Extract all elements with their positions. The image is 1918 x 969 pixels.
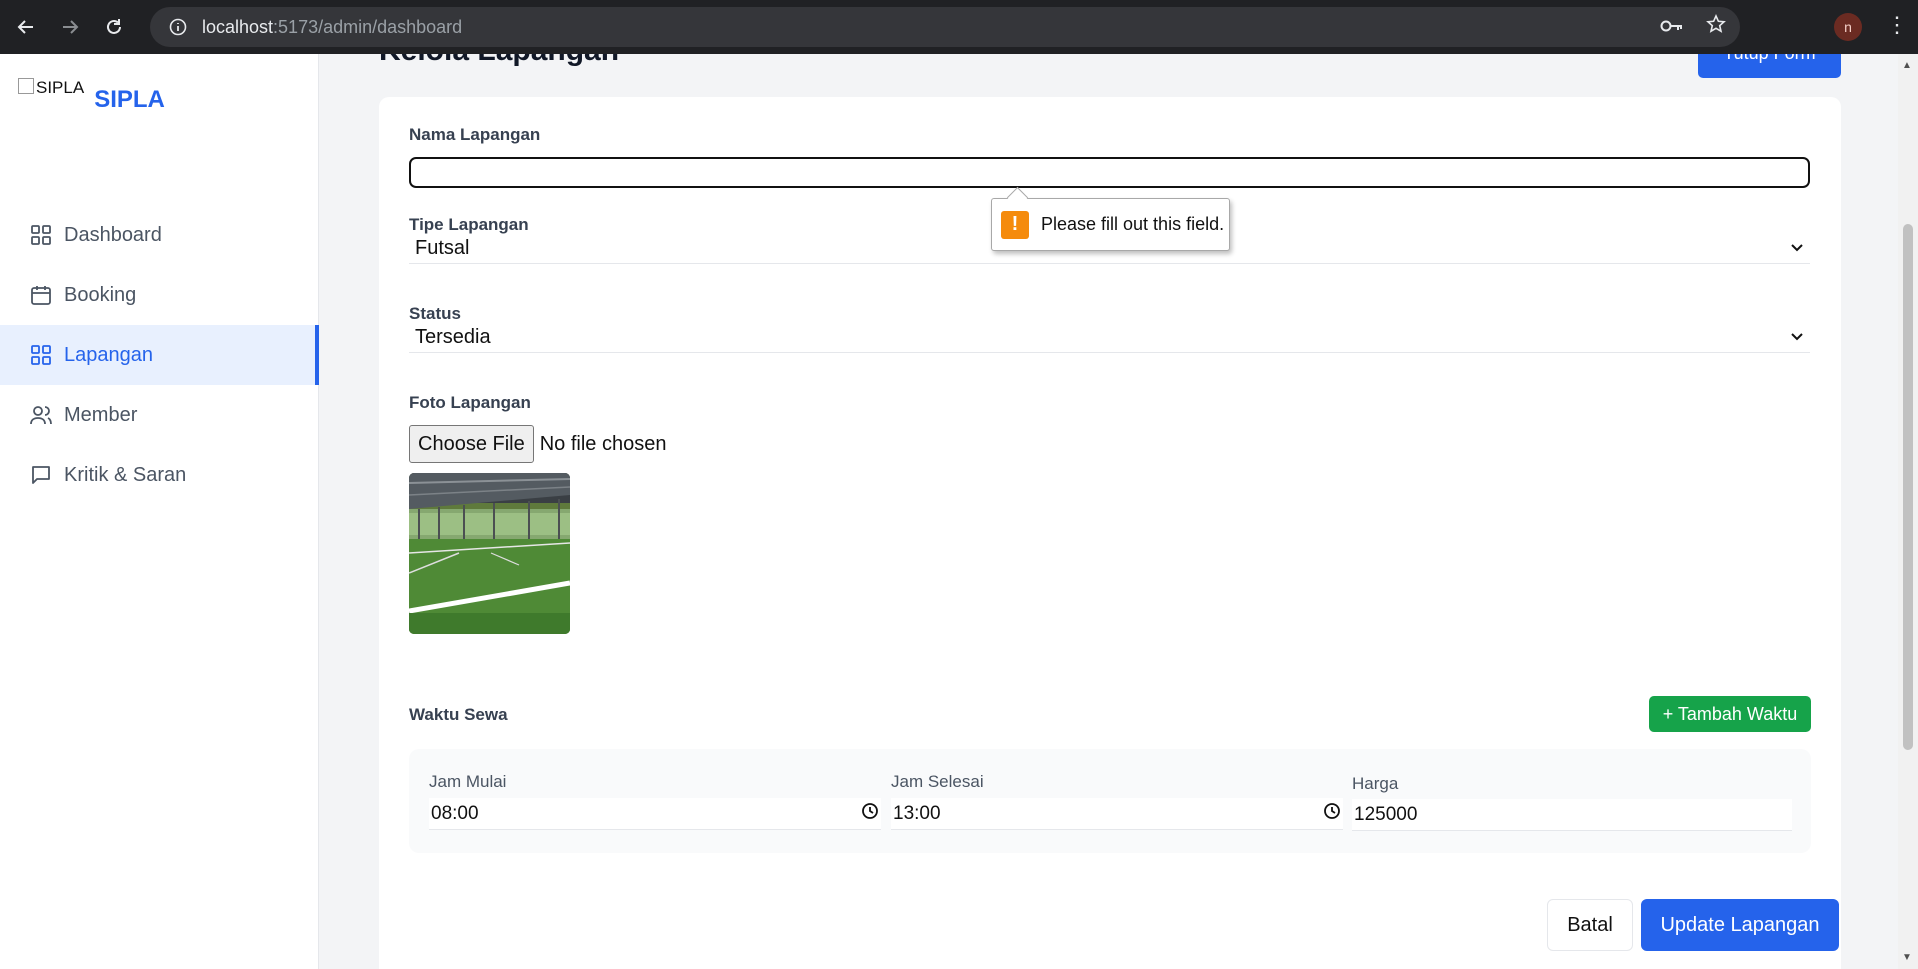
sidebar-item-member[interactable]: Member xyxy=(0,385,319,445)
reload-button[interactable] xyxy=(92,5,136,49)
status-select[interactable]: Tersedia xyxy=(409,323,1810,353)
price-value: 125000 xyxy=(1354,803,1418,825)
grid-icon xyxy=(31,345,51,365)
scroll-up-icon[interactable]: ▲ xyxy=(1902,60,1912,71)
arrow-left-icon xyxy=(17,20,33,34)
status-label: Status xyxy=(409,304,461,323)
clock-icon[interactable] xyxy=(1323,802,1341,826)
name-input[interactable] xyxy=(409,157,1810,188)
end-time-label: Jam Selesai xyxy=(891,772,984,791)
brand[interactable]: SIPLA SIPLA xyxy=(18,78,165,114)
broken-image-icon xyxy=(18,78,34,94)
main-content: Kelola Lapangan Tutup Form Nama Lapangan… xyxy=(320,54,1898,969)
logo-broken-image: SIPLA xyxy=(18,78,84,98)
calendar-icon xyxy=(31,286,51,305)
more-menu-icon[interactable]: ⋮ xyxy=(1886,12,1908,38)
users-icon xyxy=(30,406,52,425)
sidebar-item-label: Member xyxy=(64,403,138,426)
file-status-text: No file chosen xyxy=(539,432,667,455)
scroll-down-icon[interactable]: ▼ xyxy=(1902,952,1912,963)
sidebar: SIPLA SIPLA Dashboard Booking Lapangan M… xyxy=(0,54,319,969)
start-time-label: Jam Mulai xyxy=(429,772,507,791)
sidebar-menu: Dashboard Booking Lapangan Member Kritik… xyxy=(0,205,319,505)
key-icon[interactable] xyxy=(1660,16,1684,39)
brand-name: SIPLA xyxy=(94,86,165,113)
sidebar-item-kritik-saran[interactable]: Kritik & Saran xyxy=(0,445,319,505)
futsal-field-image xyxy=(409,473,570,634)
browser-toolbar: localhost:5173/admin/dashboard n ⋮ xyxy=(0,0,1918,54)
profile-avatar[interactable]: n xyxy=(1834,13,1862,41)
start-time-input[interactable]: 08:00 xyxy=(429,798,881,830)
sidebar-item-lapangan[interactable]: Lapangan xyxy=(0,325,319,385)
url-host: localhost xyxy=(202,16,274,37)
file-input: Choose File No file chosen xyxy=(409,425,666,463)
arrow-right-icon xyxy=(63,20,79,34)
page-title: Kelola Lapangan xyxy=(379,54,619,68)
choose-file-button[interactable]: Choose File xyxy=(409,425,534,463)
warning-icon: ! xyxy=(1001,210,1029,239)
chevron-down-icon xyxy=(1790,329,1804,347)
page-scrollbar[interactable]: ▲ ▼ xyxy=(1898,54,1918,969)
star-icon[interactable] xyxy=(1706,14,1726,40)
scroll-thumb[interactable] xyxy=(1903,224,1913,750)
sidebar-item-label: Booking xyxy=(64,283,137,306)
time-slot-row: Jam Mulai 08:00 Jam Selesai 13:00 Harga … xyxy=(409,749,1811,853)
rental-time-label: Waktu Sewa xyxy=(409,705,508,724)
sidebar-item-booking[interactable]: Booking xyxy=(0,265,319,325)
type-label: Tipe Lapangan xyxy=(409,215,529,234)
reload-icon xyxy=(107,19,121,34)
message-icon xyxy=(32,466,50,484)
price-label: Harga xyxy=(1352,774,1399,793)
name-label: Nama Lapangan xyxy=(409,125,541,144)
validation-tooltip: ! Please fill out this field. xyxy=(991,198,1230,251)
sidebar-item-label: Kritik & Saran xyxy=(64,463,187,486)
type-select-value: Futsal xyxy=(415,237,470,259)
field-photo-preview xyxy=(409,473,570,634)
end-time-input[interactable]: 13:00 xyxy=(891,798,1343,830)
clock-icon[interactable] xyxy=(861,802,879,826)
status-select-value: Tersedia xyxy=(415,326,491,348)
start-time-value: 08:00 xyxy=(431,802,479,824)
validation-message: Please fill out this field. xyxy=(1041,214,1225,234)
logo-alt-text: SIPLA xyxy=(36,78,85,97)
photo-label: Foto Lapangan xyxy=(409,393,531,412)
url-text: localhost:5173/admin/dashboard xyxy=(202,17,462,38)
grid-icon xyxy=(31,225,51,245)
sidebar-item-label: Dashboard xyxy=(64,223,162,246)
address-bar[interactable]: localhost:5173/admin/dashboard xyxy=(150,7,1740,47)
cancel-button[interactable]: Batal xyxy=(1547,899,1633,951)
price-input[interactable]: 125000 xyxy=(1352,799,1792,831)
site-info-icon[interactable] xyxy=(158,18,198,36)
sidebar-item-dashboard[interactable]: Dashboard xyxy=(0,205,319,265)
update-field-button[interactable]: Update Lapangan xyxy=(1641,899,1839,951)
add-time-button[interactable]: + Tambah Waktu xyxy=(1649,696,1811,732)
sidebar-item-label: Lapangan xyxy=(64,343,153,366)
url-path: :5173/admin/dashboard xyxy=(273,16,463,37)
back-button[interactable] xyxy=(4,5,48,49)
close-form-button[interactable]: Tutup Form xyxy=(1698,54,1841,78)
end-time-value: 13:00 xyxy=(893,802,941,824)
chevron-down-icon xyxy=(1790,240,1804,258)
forward-button[interactable] xyxy=(48,5,92,49)
